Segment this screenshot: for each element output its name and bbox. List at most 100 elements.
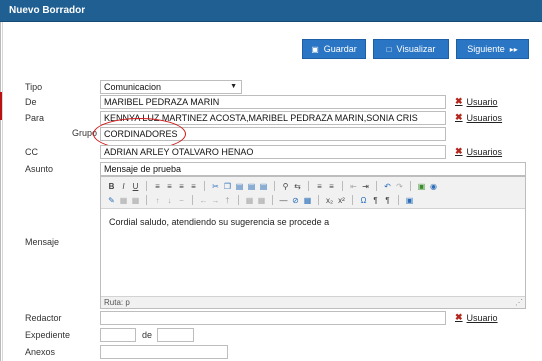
expediente-field-1[interactable]	[100, 328, 136, 342]
editor-content[interactable]: Cordial saludo, atendiendo su sugerencia…	[109, 217, 329, 227]
table-props-icon[interactable]: ▦	[131, 196, 140, 205]
horizontal-rule-icon[interactable]: —	[279, 196, 288, 205]
toolbar-separator	[146, 181, 147, 191]
paste-text-icon[interactable]: ▤	[247, 182, 256, 191]
cc-usuarios-text: Usuarios	[466, 146, 503, 157]
align-left-icon[interactable]: ≡	[153, 182, 162, 191]
toolbar-separator	[192, 195, 193, 205]
remove-icon: ✖	[455, 312, 463, 322]
dialog-titlebar: Nuevo Borrador	[0, 0, 542, 22]
toolbar-separator	[146, 195, 147, 205]
delete-row-icon[interactable]: −	[177, 196, 186, 205]
chevron-down-icon: ▼	[230, 83, 237, 90]
undo-icon[interactable]: ↶	[383, 182, 392, 191]
de-label: De	[25, 97, 37, 107]
table-icon[interactable]: ▦	[119, 196, 128, 205]
siguiente-button[interactable]: Siguiente ▸▸	[456, 39, 529, 59]
grupo-label: Grupo	[72, 128, 98, 138]
redo-icon[interactable]: ↷	[395, 182, 404, 191]
para-usuarios-text: Usuarios	[466, 112, 503, 123]
expediente-field-2[interactable]	[157, 328, 194, 342]
row-before-icon[interactable]: ↑	[153, 196, 162, 205]
delete-col-icon[interactable]: †	[223, 196, 232, 205]
numbered-list-icon[interactable]: ≡	[327, 182, 336, 191]
tipo-select[interactable]: Comunicacion ▼	[100, 80, 242, 94]
toolbar-separator	[272, 195, 273, 205]
copy-icon[interactable]: ❐	[223, 182, 232, 191]
visualizar-button[interactable]: □ Visualizar	[373, 39, 449, 59]
superscript-icon[interactable]: x²	[337, 196, 346, 205]
toolbar-separator	[376, 181, 377, 191]
para-usuarios-link[interactable]: ✖ Usuarios	[455, 112, 502, 123]
align-justify-icon[interactable]: ≡	[189, 182, 198, 191]
guardar-button[interactable]: ▣ Guardar	[302, 39, 366, 59]
redactor-field[interactable]	[100, 311, 446, 325]
preview-icon: □	[386, 44, 392, 54]
para-label: Para	[25, 113, 45, 123]
tipo-value: Comunicacion	[104, 82, 162, 92]
edit-icon[interactable]: ✎	[107, 196, 116, 205]
expediente-de-label: de	[142, 330, 153, 340]
expediente-label: Expediente	[25, 330, 71, 340]
merge-cells-icon[interactable]: ▦	[245, 196, 254, 205]
toolbar-separator	[410, 181, 411, 191]
asunto-value: Mensaje de prueba	[104, 164, 182, 174]
bold-icon[interactable]: B	[107, 182, 116, 191]
remove-format-icon[interactable]: ⊘	[291, 196, 300, 205]
special-char-icon[interactable]: Ω	[359, 196, 368, 205]
insert-image-icon[interactable]: ▣	[417, 182, 426, 191]
tipo-label: Tipo	[25, 82, 43, 92]
cc-field[interactable]: ADRIAN ARLEY OTALVARO HENAO	[100, 145, 446, 159]
remove-icon: ✖	[455, 146, 463, 156]
toolbar-separator	[308, 181, 309, 191]
indent-icon[interactable]: ⇥	[361, 182, 370, 191]
ltr-icon[interactable]: ¶	[371, 196, 380, 205]
split-cells-icon[interactable]: ▦	[257, 196, 266, 205]
toolbar-separator	[398, 195, 399, 205]
redactor-usuario-link[interactable]: ✖ Usuario	[455, 312, 498, 323]
resize-grip-icon[interactable]: ⋰	[515, 298, 523, 307]
grupo-field[interactable]: CORDINADORES	[100, 127, 446, 141]
help-icon[interactable]: ◉	[429, 182, 438, 191]
underline-icon[interactable]: U	[131, 182, 140, 191]
de-value: MARIBEL PEDRAZA MARIN	[104, 97, 220, 107]
italic-icon[interactable]: I	[119, 182, 128, 191]
col-after-icon[interactable]: →	[211, 196, 220, 205]
toolbar-row-1: B I U ≡ ≡ ≡ ≡ ✂ ❐ ▤ ▤ ▤ ⚲ ⇆ ≡ ≡ ⇤ ⇥ ↶ ↷	[107, 179, 438, 193]
toolbar-separator	[238, 195, 239, 205]
replace-icon[interactable]: ⇆	[293, 182, 302, 191]
cut-icon[interactable]: ✂	[211, 182, 220, 191]
next-icon: ▸▸	[509, 44, 518, 54]
left-accent	[0, 92, 2, 120]
find-icon[interactable]: ⚲	[281, 182, 290, 191]
siguiente-label: Siguiente	[467, 44, 505, 54]
remove-icon: ✖	[455, 112, 463, 122]
align-center-icon[interactable]: ≡	[165, 182, 174, 191]
align-right-icon[interactable]: ≡	[177, 182, 186, 191]
row-after-icon[interactable]: ↓	[165, 196, 174, 205]
subscript-icon[interactable]: x₂	[325, 196, 334, 205]
cc-usuarios-link[interactable]: ✖ Usuarios	[455, 146, 502, 157]
rtl-icon[interactable]: ¶	[383, 196, 392, 205]
de-usuario-link[interactable]: ✖ Usuario	[455, 96, 498, 107]
paste-word-icon[interactable]: ▤	[259, 182, 268, 191]
fullscreen-icon[interactable]: ▣	[405, 196, 414, 205]
toolbar-separator	[352, 195, 353, 205]
visualizar-label: Visualizar	[396, 44, 436, 54]
col-before-icon[interactable]: ←	[199, 196, 208, 205]
anexos-field[interactable]	[100, 345, 228, 359]
redactor-usuario-text: Usuario	[466, 312, 498, 323]
paste-icon[interactable]: ▤	[235, 182, 244, 191]
de-field[interactable]: MARIBEL PEDRAZA MARIN	[100, 95, 446, 109]
para-field[interactable]: KENNYA LUZ MARTINEZ ACOSTA,MARIBEL PEDRA…	[100, 111, 446, 125]
message-editor[interactable]: B I U ≡ ≡ ≡ ≡ ✂ ❐ ▤ ▤ ▤ ⚲ ⇆ ≡ ≡ ⇤ ⇥ ↶ ↷	[100, 176, 526, 309]
grupo-value: CORDINADORES	[104, 129, 178, 139]
outdent-icon[interactable]: ⇤	[349, 182, 358, 191]
toolbar-separator	[342, 181, 343, 191]
anexos-label: Anexos	[25, 347, 56, 357]
asunto-field[interactable]: Mensaje de prueba	[100, 162, 526, 176]
redactor-label: Redactor	[25, 313, 62, 323]
bullet-list-icon[interactable]: ≡	[315, 182, 324, 191]
cleanup-icon[interactable]: ▦	[303, 196, 312, 205]
left-border	[0, 22, 1, 361]
